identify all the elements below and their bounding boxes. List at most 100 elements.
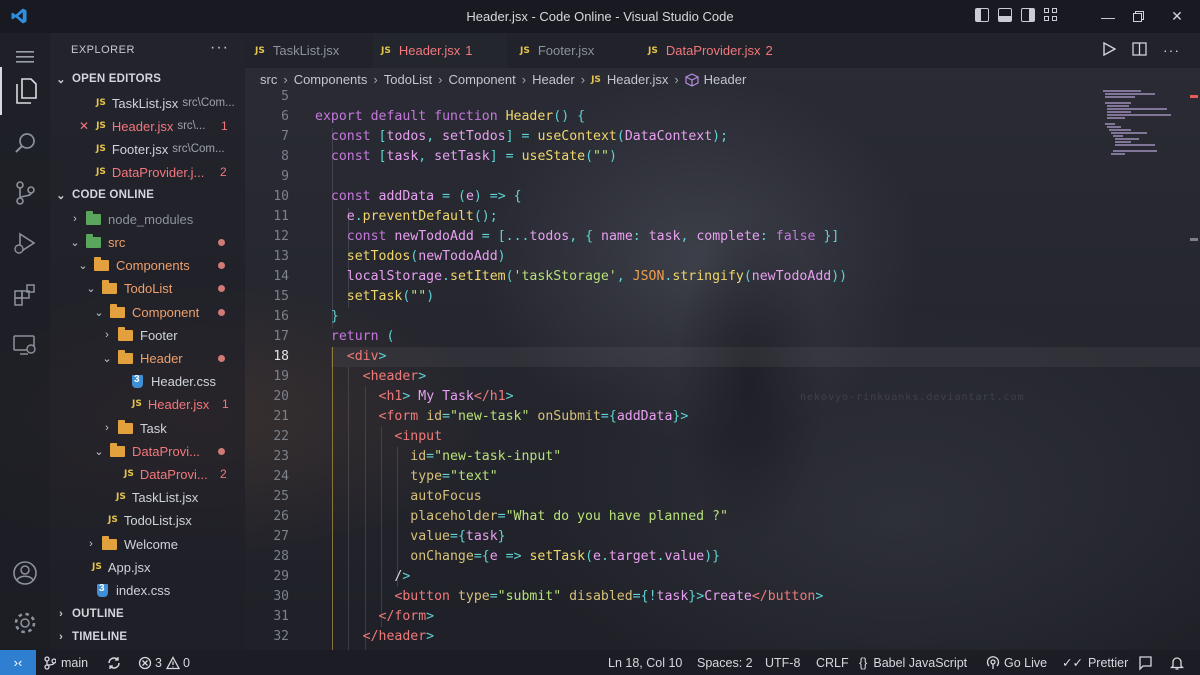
sync-button[interactable] [106, 650, 122, 675]
tree-item-index-css[interactable]: index.css [50, 579, 245, 601]
language-mode[interactable]: {} Babel JavaScript [859, 650, 967, 675]
code-line[interactable]: 9 [245, 166, 1200, 186]
toggle-panel-icon[interactable] [998, 8, 1012, 22]
tree-item-dataprovider-file[interactable]: JS DataProvi... 2 [50, 463, 245, 485]
close-window-button[interactable]: ✕ [1154, 0, 1200, 33]
breadcrumb-item[interactable]: Component [449, 72, 516, 87]
breadcrumb-item[interactable]: src [260, 72, 277, 87]
breadcrumb-file[interactable]: Header.jsx [607, 72, 668, 87]
open-editors-header[interactable]: ⌄ OPEN EDITORS [50, 68, 245, 90]
code-editor[interactable]: 5 6 export default function Header() {7 co… [245, 88, 1200, 650]
editor-tabs: JS TaskList.jsx JS Header.jsx 1 JS Foote… [245, 33, 1200, 68]
line-ending-setting[interactable]: CRLF [816, 650, 849, 675]
toggle-secondary-sidebar-icon[interactable] [1021, 8, 1035, 22]
problems-indicator[interactable]: 3 0 [138, 650, 190, 675]
branch-indicator[interactable]: main [44, 650, 88, 675]
minimap[interactable] [1095, 88, 1185, 158]
run-debug-icon[interactable] [0, 219, 50, 267]
code-line[interactable]: 7 const [todos, setTodos] = useContext(D… [245, 126, 1200, 146]
tree-item-welcome[interactable]: › Welcome [50, 533, 245, 555]
extensions-icon[interactable] [0, 271, 50, 319]
code-line[interactable]: 30 <button type="submit" disabled={!task… [245, 586, 1200, 606]
tree-item-app[interactable]: JS App.jsx [50, 556, 245, 578]
explorer-icon[interactable] [0, 67, 50, 115]
close-editor-icon[interactable]: ✕ [79, 119, 89, 133]
tree-item-todolist[interactable]: ⌄ TodoList [50, 277, 245, 299]
vertical-scrollbar[interactable] [1187, 88, 1199, 650]
go-live-button[interactable]: Go Live [986, 650, 1047, 675]
tree-item-component[interactable]: ⌄ Component [50, 301, 245, 323]
breadcrumb-item[interactable]: TodoList [384, 72, 432, 87]
code-line[interactable]: 25 autoFocus [245, 486, 1200, 506]
tab-header[interactable]: JS Header.jsx 1 [373, 33, 507, 68]
code-line[interactable]: 5 [245, 88, 1200, 106]
tree-item-todolist-file[interactable]: JS TodoList.jsx [50, 509, 245, 531]
tree-item-footer-folder[interactable]: › Footer [50, 324, 245, 346]
toggle-sidebar-icon[interactable] [975, 8, 989, 22]
settings-gear-icon[interactable] [0, 599, 50, 647]
tree-item-tasklist[interactable]: JS TaskList.jsx [50, 486, 245, 508]
breadcrumb-item[interactable]: Header [532, 72, 575, 87]
code-line[interactable]: 12 const newTodoAdd = [...todos, { name:… [245, 226, 1200, 246]
code-line[interactable]: 10 const addData = (e) => { [245, 186, 1200, 206]
account-icon[interactable] [0, 549, 50, 597]
breadcrumb-item[interactable]: Components [294, 72, 368, 87]
customize-layout-icon[interactable] [1044, 8, 1058, 22]
prettier-button[interactable]: ✓✓ Prettier [1062, 650, 1128, 675]
tree-item-label: src [108, 234, 126, 250]
code-line[interactable]: 19 <header> [245, 366, 1200, 386]
workspace-header[interactable]: ⌄ CODE ONLINE [50, 184, 245, 206]
explorer-more-button[interactable]: ··· [210, 39, 229, 57]
run-icon[interactable] [1102, 42, 1116, 56]
open-editor-item-header[interactable]: ✕ JS Header.jsx src\... 1 [50, 115, 245, 137]
code-line[interactable]: 11 e.preventDefault(); [245, 206, 1200, 226]
tab-footer[interactable]: JS Footer.jsx [520, 33, 640, 68]
code-line[interactable]: 24 type="text" [245, 466, 1200, 486]
open-editor-item-dataprovider[interactable]: JS DataProvider.j... 2 [50, 161, 245, 183]
code-line[interactable]: 13 setTodos(newTodoAdd) [245, 246, 1200, 266]
code-line[interactable]: 26 placeholder="What do you have planned… [245, 506, 1200, 526]
code-line[interactable]: 32 </header> [245, 626, 1200, 646]
tree-item-header-folder[interactable]: ⌄ Header [50, 347, 245, 369]
source-control-icon[interactable] [0, 169, 50, 217]
remote-explorer-icon[interactable] [0, 321, 50, 369]
tree-item-components[interactable]: ⌄ Components [50, 254, 245, 276]
open-editor-item-footer[interactable]: JS Footer.jsx src\Com... [50, 138, 245, 160]
timeline-header[interactable]: › TIMELINE [50, 626, 245, 648]
tree-item-header-css[interactable]: Header.css [50, 370, 245, 392]
code-line[interactable]: 16 } [245, 306, 1200, 326]
code-line[interactable]: 31 </form> [245, 606, 1200, 626]
code-line[interactable]: 17 return ( [245, 326, 1200, 346]
open-editor-item-tasklist[interactable]: JS TaskList.jsx src\Com... [50, 92, 245, 114]
tab-tasklist[interactable]: JS TaskList.jsx [255, 33, 373, 68]
cursor-position[interactable]: Ln 18, Col 10 [608, 650, 682, 675]
code-line[interactable]: 28 onChange={e => setTask(e.target.value… [245, 546, 1200, 566]
tree-item-src[interactable]: ⌄ src [50, 231, 245, 253]
code-line[interactable]: 15 setTask("") [245, 286, 1200, 306]
code-line[interactable]: 23 id="new-task-input" [245, 446, 1200, 466]
code-line[interactable]: 29 /> [245, 566, 1200, 586]
tree-item-task-folder[interactable]: › Task [50, 417, 245, 439]
code-line[interactable]: 22 <input [245, 426, 1200, 446]
search-icon[interactable] [0, 119, 50, 167]
tree-item-header-jsx[interactable]: JS Header.jsx 1 [50, 393, 245, 415]
code-line[interactable]: 27 value={task} [245, 526, 1200, 546]
code-line[interactable]: 8 const [task, setTask] = useState("") [245, 146, 1200, 166]
outline-header[interactable]: › OUTLINE [50, 603, 245, 625]
indentation-setting[interactable]: Spaces: 2 [697, 650, 753, 675]
more-actions-icon[interactable]: ··· [1163, 42, 1180, 58]
feedback-button[interactable] [1138, 650, 1154, 675]
code-line[interactable]: 21 <form id="new-task" onSubmit={addData… [245, 406, 1200, 426]
code-line[interactable]: 14 localStorage.setItem('taskStorage', J… [245, 266, 1200, 286]
remote-indicator-icon[interactable]: ›‹ [0, 650, 36, 675]
split-editor-icon[interactable] [1132, 42, 1147, 56]
tree-item-dataprovider-folder[interactable]: ⌄ DataProvi... [50, 440, 245, 462]
encoding-setting[interactable]: UTF-8 [765, 650, 800, 675]
code-line[interactable]: 6 export default function Header() { [245, 106, 1200, 126]
tree-item-node-modules[interactable]: › node_modules [50, 208, 245, 230]
tab-dataprovider[interactable]: JS DataProvider.jsx 2 [648, 33, 798, 68]
breadcrumb-symbol[interactable]: Header [704, 72, 747, 87]
notifications-button[interactable] [1170, 650, 1184, 675]
code-line[interactable]: 18 <div> [245, 346, 1200, 366]
code-line[interactable]: 20 <h1> My Task</h1> [245, 386, 1200, 406]
